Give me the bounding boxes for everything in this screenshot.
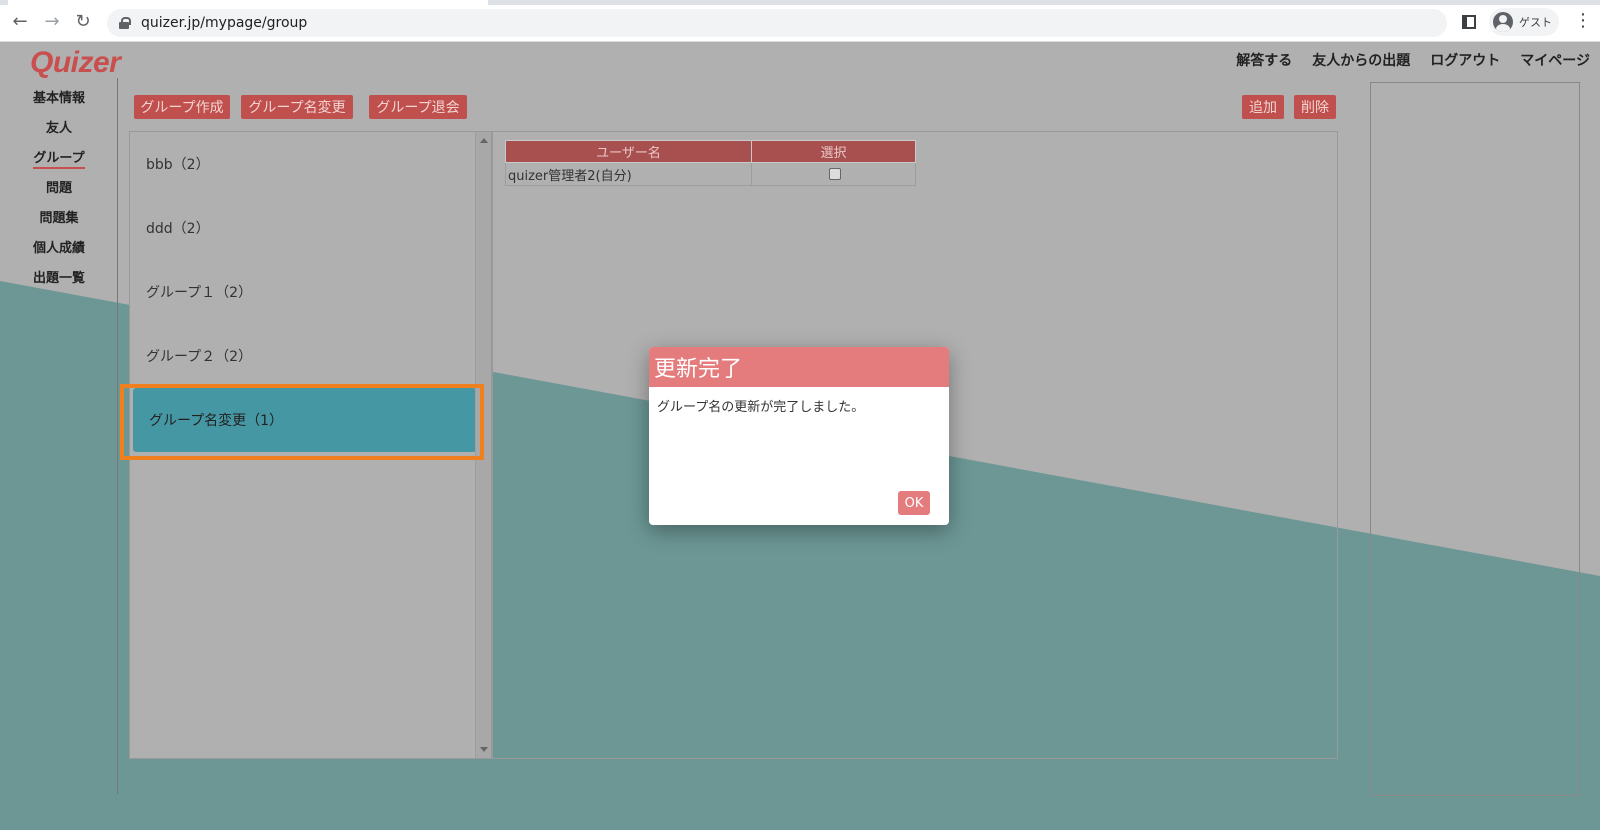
- add-member-button[interactable]: 追加: [1242, 95, 1284, 119]
- logo[interactable]: Quizer: [30, 46, 121, 80]
- sidebar-item-basic-info[interactable]: 基本情報: [25, 90, 93, 120]
- member-username: quizer管理者2(自分): [505, 162, 752, 186]
- ok-button[interactable]: OK: [898, 491, 930, 515]
- browser-toolbar: ← → ↻ quizer.jp/mypage/group ゲスト ⋮: [0, 0, 1600, 42]
- profile-name: ゲスト: [1519, 16, 1552, 29]
- sidebar: 基本情報 友人 グループ 問題 問題集 個人成績 出題一覧: [25, 90, 93, 300]
- sidebar-item-group[interactable]: グループ: [25, 150, 93, 180]
- right-panel: [1370, 82, 1580, 796]
- active-tab[interactable]: [8, 0, 488, 5]
- rename-group-button[interactable]: グループ名変更: [241, 95, 353, 119]
- sidebar-item-personal-results[interactable]: 個人成績: [25, 240, 93, 270]
- group-item[interactable]: ddd（2）: [130, 196, 476, 260]
- group-item[interactable]: bbb（2）: [130, 132, 476, 196]
- nav-answer[interactable]: 解答する: [1236, 50, 1292, 70]
- nav-logout[interactable]: ログアウト: [1430, 50, 1500, 70]
- group-item[interactable]: グループ１（2）: [130, 260, 476, 324]
- delete-member-button[interactable]: 削除: [1294, 95, 1336, 119]
- sidebar-item-questions[interactable]: 問題: [25, 180, 93, 210]
- leave-group-button[interactable]: グループ退会: [369, 95, 467, 119]
- side-panel-icon[interactable]: [1462, 15, 1476, 29]
- sidebar-item-question-list[interactable]: 出題一覧: [25, 270, 93, 300]
- sidebar-divider: [117, 78, 118, 794]
- group-item-label: bbb（2）: [146, 157, 210, 173]
- update-complete-dialog: 更新完了 グループ名の更新が完了しました。 OK: [649, 347, 949, 525]
- column-header-select: 選択: [751, 140, 916, 163]
- top-nav: 解答する 友人からの出題 ログアウト マイページ: [1236, 50, 1590, 70]
- address-bar[interactable]: quizer.jp/mypage/group: [107, 9, 1447, 37]
- create-group-button[interactable]: グループ作成: [134, 95, 230, 119]
- url-text: quizer.jp/mypage/group: [141, 15, 308, 31]
- sidebar-item-question-sets[interactable]: 問題集: [25, 210, 93, 240]
- scroll-up-icon[interactable]: [480, 138, 488, 143]
- group-item-label: グループ２（2）: [146, 349, 253, 365]
- profile-button[interactable]: ゲスト: [1489, 8, 1559, 36]
- group-item-label: グループ１（2）: [146, 285, 253, 301]
- nav-mypage[interactable]: マイページ: [1520, 50, 1590, 70]
- scroll-down-icon[interactable]: [480, 747, 488, 752]
- table-row: quizer管理者2(自分): [505, 162, 916, 186]
- back-icon[interactable]: ←: [9, 11, 31, 33]
- dialog-message: グループ名の更新が完了しました。: [657, 400, 865, 415]
- members-table: ユーザー名 選択 quizer管理者2(自分): [505, 140, 916, 186]
- avatar-icon: [1493, 12, 1513, 32]
- lock-icon: [119, 17, 131, 29]
- group-item[interactable]: グループ２（2）: [130, 324, 476, 388]
- sidebar-item-friends[interactable]: 友人: [25, 120, 93, 150]
- more-menu-icon[interactable]: ⋮: [1574, 12, 1592, 30]
- forward-icon[interactable]: →: [41, 11, 63, 33]
- tab-strip: [0, 0, 1600, 5]
- dialog-title: 更新完了: [649, 347, 949, 387]
- group-item-label: ddd（2）: [146, 221, 210, 237]
- nav-from-friends[interactable]: 友人からの出題: [1312, 50, 1410, 70]
- reload-icon[interactable]: ↻: [72, 11, 94, 33]
- page: Quizer 解答する 友人からの出題 ログアウト マイページ 基本情報 友人 …: [0, 42, 1600, 830]
- column-header-username: ユーザー名: [505, 140, 752, 163]
- member-select-checkbox[interactable]: [828, 168, 841, 180]
- selection-highlight: [120, 384, 484, 460]
- member-select-cell: [751, 162, 916, 186]
